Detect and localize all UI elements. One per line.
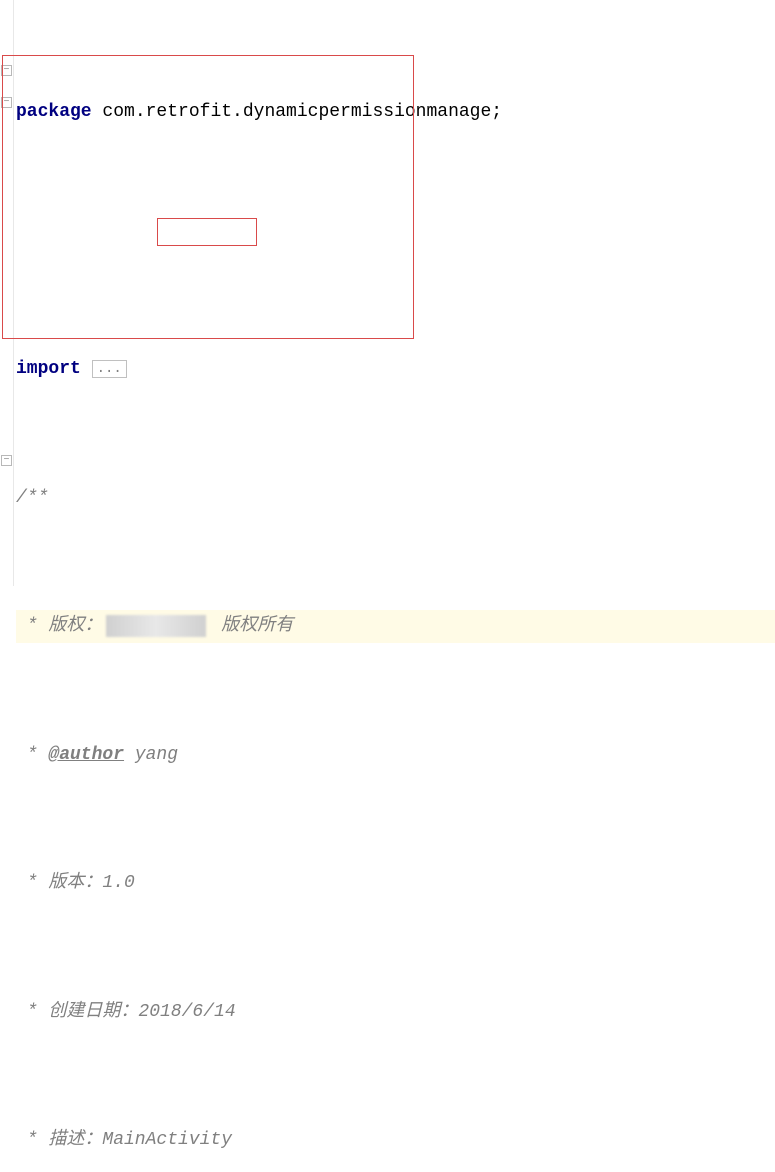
doc-copyright-prefix: * 版权： — [16, 610, 102, 642]
code-editor[interactable]: package com.retrofit.dynamicpermissionma… — [0, 0, 775, 1172]
keyword-import: import — [16, 353, 81, 385]
doc-author-tag: @author — [48, 739, 124, 771]
doc-date-value: 2018/6/14 — [138, 996, 235, 1028]
line-doc-author: * @author yang — [16, 739, 775, 772]
line-doc-date: * 创建日期：2018/6/14 — [16, 996, 775, 1029]
doc-date-prefix: * 创建日期： — [16, 996, 138, 1028]
line-doc-open: /** — [16, 482, 775, 515]
line-doc-version: * 版本：1.0 — [16, 867, 775, 900]
doc-copyright-suffix: 版权所有 — [210, 610, 293, 642]
doc-desc: * 描述：MainActivity — [16, 1124, 232, 1156]
blank-line — [16, 225, 775, 258]
doc-version: * 版本：1.0 — [16, 867, 135, 899]
doc-author-name: yang — [124, 739, 178, 771]
line-import: import ... — [16, 353, 775, 386]
punct-semicolon: ; — [491, 96, 502, 128]
gutter — [0, 0, 14, 586]
line-package: package com.retrofit.dynamicpermissionma… — [16, 96, 775, 129]
doc-star: * — [16, 739, 48, 771]
keyword-package: package — [16, 96, 92, 128]
censored-text — [106, 615, 206, 637]
fold-toggle-import[interactable]: − — [1, 65, 12, 76]
line-doc-copyright: * 版权： 版权所有 — [16, 610, 775, 643]
doc-open: /** — [16, 482, 48, 514]
fold-toggle-method[interactable]: − — [1, 455, 12, 466]
fold-toggle-comment[interactable]: − — [1, 97, 12, 108]
import-fold-ellipsis[interactable]: ... — [92, 360, 127, 378]
line-doc-desc: * 描述：MainActivity — [16, 1124, 775, 1157]
package-name: com.retrofit.dynamicpermissionmanage — [92, 96, 492, 128]
